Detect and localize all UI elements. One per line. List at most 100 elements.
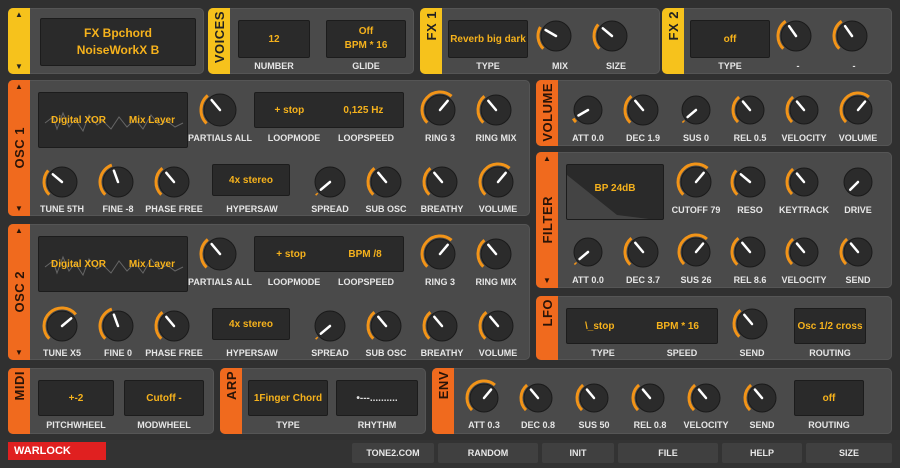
osc2-subosc-knob[interactable] xyxy=(366,306,406,346)
osc2-loop-display[interactable]: + stop BPM /8 xyxy=(254,236,404,272)
filter-cutoff-knob[interactable] xyxy=(676,162,716,202)
filter-send-knob[interactable] xyxy=(839,233,877,271)
osc2-waveform-display[interactable]: Digital XOR Mix Layer xyxy=(38,236,188,292)
osc2-ringmix-knob[interactable] xyxy=(476,234,516,274)
file-button[interactable]: FILE xyxy=(618,443,718,463)
voices-number-display[interactable]: 12 xyxy=(238,20,310,58)
preset-tab[interactable]: ▲ ▼ xyxy=(8,8,30,74)
osc2-fine-knob[interactable] xyxy=(98,306,138,346)
osc1-loop-display[interactable]: + stop 0,125 Hz xyxy=(254,92,404,128)
fx1-size-knob[interactable] xyxy=(592,16,632,56)
vol-velocity-label: VELOCITY xyxy=(781,133,827,143)
arp-rhythm-display[interactable]: •---.......... xyxy=(336,380,418,416)
glide-display[interactable]: Off BPM * 16 xyxy=(326,20,406,58)
osc1-spread-label: SPREAD xyxy=(311,204,349,214)
arrow-down-icon[interactable]: ▼ xyxy=(15,204,23,213)
arrow-up-icon[interactable]: ▲ xyxy=(543,155,551,163)
osc2-tab[interactable]: ▲ OSC 2 ▼ xyxy=(8,224,30,360)
osc1-ringmix-knob[interactable] xyxy=(476,90,516,130)
vol-volume-knob[interactable] xyxy=(839,91,877,129)
init-button[interactable]: INIT xyxy=(542,443,614,463)
fx2-type-display[interactable]: off xyxy=(690,20,770,58)
arrow-up-icon[interactable]: ▲ xyxy=(15,227,23,235)
arrow-up-icon[interactable]: ▲ xyxy=(15,11,23,19)
filter-drive-knob[interactable] xyxy=(839,163,877,201)
random-button[interactable]: RANDOM xyxy=(438,443,538,463)
fx1-type-display[interactable]: Reverb big dark xyxy=(448,20,528,58)
vol-rel-knob[interactable] xyxy=(731,91,769,129)
arp-title: ARP xyxy=(223,371,239,400)
osc2-breathy-label: BREATHY xyxy=(420,348,464,358)
osc2-spread-knob[interactable] xyxy=(310,306,350,346)
vol-volume-label: VOLUME xyxy=(838,133,878,143)
filter-dec-knob[interactable] xyxy=(623,232,663,272)
osc2-tune-knob[interactable] xyxy=(42,306,82,346)
osc1-loopspeed-value: 0,125 Hz xyxy=(343,104,384,116)
fx1-mix-knob[interactable] xyxy=(536,16,576,56)
vol-att-knob[interactable] xyxy=(569,91,607,129)
env-dec-knob[interactable] xyxy=(519,379,557,417)
osc2-volume-knob[interactable] xyxy=(478,306,518,346)
filter-type-display[interactable]: BP 24dB xyxy=(566,164,664,220)
help-button[interactable]: HELP xyxy=(722,443,802,463)
arrow-down-icon[interactable]: ▼ xyxy=(15,63,23,71)
pitchwheel-display[interactable]: +-2 xyxy=(38,380,114,416)
osc2-phase-label: PHASE FREE xyxy=(145,348,203,358)
arrow-down-icon[interactable]: ▼ xyxy=(15,348,23,357)
vol-velocity-knob[interactable] xyxy=(785,91,823,129)
osc2-phase-knob[interactable] xyxy=(154,306,194,346)
filter-sus-knob[interactable] xyxy=(677,233,715,271)
osc1-waveform-display[interactable]: Digital XOR Mix Layer xyxy=(38,92,188,148)
tone2-link-button[interactable]: TONE2.COM xyxy=(352,443,434,463)
osc1-tune-knob[interactable] xyxy=(42,162,82,202)
filter-att-knob[interactable] xyxy=(569,233,607,271)
vol-dec-knob[interactable] xyxy=(623,90,663,130)
filter-keytrack-knob[interactable] xyxy=(785,163,823,201)
osc1-tab[interactable]: ▲ OSC 1 ▼ xyxy=(8,80,30,216)
filter-tab[interactable]: ▲ FILTER ▼ xyxy=(536,152,558,288)
env-velocity-knob[interactable] xyxy=(687,379,725,417)
fx2-k2-knob[interactable] xyxy=(832,16,872,56)
modwheel-label: MODWHEEL xyxy=(137,420,191,430)
osc1-volume-knob[interactable] xyxy=(478,162,518,202)
arrow-up-icon[interactable]: ▲ xyxy=(15,83,23,91)
osc1-spread-knob[interactable] xyxy=(310,162,350,202)
vol-sus-knob[interactable] xyxy=(677,91,715,129)
arp-type-display[interactable]: 1Finger Chord xyxy=(248,380,328,416)
osc2-hypersaw-display[interactable]: 4x stereo xyxy=(212,308,290,340)
osc2-partials-knob[interactable] xyxy=(199,233,241,275)
osc1-partials-knob[interactable] xyxy=(199,89,241,131)
lfo-routing-display[interactable]: Osc 1/2 cross xyxy=(794,308,866,344)
env-rel-knob[interactable] xyxy=(631,379,669,417)
fx2-k1-knob[interactable] xyxy=(776,16,816,56)
osc1-fine-knob[interactable] xyxy=(98,162,138,202)
osc1-ring-knob[interactable] xyxy=(420,90,460,130)
fx2-tab: FX 2 xyxy=(662,8,684,74)
lfo-display[interactable]: \_stop BPM * 16 xyxy=(566,308,718,344)
arrow-down-icon[interactable]: ▼ xyxy=(543,277,551,285)
osc1-breathy-knob[interactable] xyxy=(422,162,462,202)
filter-velocity-knob[interactable] xyxy=(785,233,823,271)
osc2-wave-right: Mix Layer xyxy=(128,258,175,270)
env-sus-knob[interactable] xyxy=(575,379,613,417)
filter-rel-knob[interactable] xyxy=(730,232,770,272)
size-button[interactable]: SIZE xyxy=(806,443,892,463)
env-send-knob[interactable] xyxy=(743,379,781,417)
lfo-send-knob[interactable] xyxy=(732,304,772,344)
env-att-knob[interactable] xyxy=(465,379,503,417)
osc1-fine-label: FINE -8 xyxy=(102,204,134,214)
osc1-phase-knob[interactable] xyxy=(154,162,194,202)
osc2-breathy-knob[interactable] xyxy=(422,306,462,346)
osc1-tune-label: TUNE 5TH xyxy=(39,204,85,214)
modwheel-display[interactable]: Cutoff - xyxy=(124,380,204,416)
osc1-hypersaw-display[interactable]: 4x stereo xyxy=(212,164,290,196)
osc1-ringmix-label: RING MIX xyxy=(475,133,517,143)
filter-reso-knob[interactable] xyxy=(730,162,770,202)
osc1-subosc-knob[interactable] xyxy=(366,162,406,202)
env-routing-display[interactable]: off xyxy=(794,380,864,416)
osc2-ring-knob[interactable] xyxy=(420,234,460,274)
filter-velocity-label: VELOCITY xyxy=(781,275,827,285)
osc1-breathy-label: BREATHY xyxy=(420,204,464,214)
preset-display[interactable]: FX Bpchord NoiseWorkX B xyxy=(40,18,196,66)
env-dec-label: DEC 0.8 xyxy=(520,420,556,430)
